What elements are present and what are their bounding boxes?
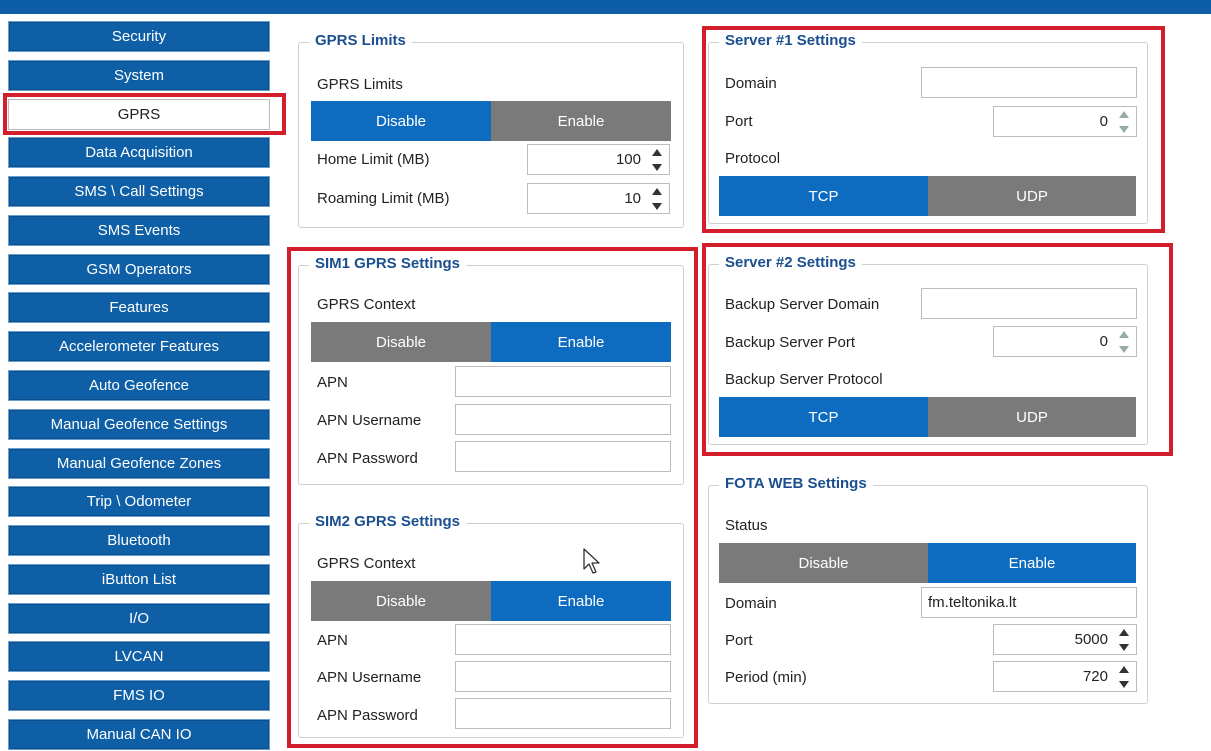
server1-port-value: 0 xyxy=(1099,113,1108,130)
nav-manual-geofence-zones[interactable]: Manual Geofence Zones xyxy=(8,448,270,479)
nav-trip-odometer[interactable]: Trip \ Odometer xyxy=(8,486,270,517)
gprs-limits-title: GPRS Limits xyxy=(309,32,412,49)
sim1-disable-button[interactable]: Disable xyxy=(311,322,491,362)
nav-system[interactable]: System xyxy=(8,60,270,91)
server2-udp-button[interactable]: UDP xyxy=(928,397,1136,437)
nav-sms-call-settings[interactable]: SMS \ Call Settings xyxy=(8,176,270,207)
server2-domain-input[interactable] xyxy=(921,288,1137,319)
spinner-arrows-icon[interactable] xyxy=(1117,331,1131,353)
spinner-arrows-icon[interactable] xyxy=(1117,111,1131,133)
roaming-limit-spinner[interactable]: 10 xyxy=(527,183,670,214)
fota-port-spinner[interactable]: 5000 xyxy=(993,624,1137,655)
server1-title: Server #1 Settings xyxy=(719,32,862,49)
sim2-title: SIM2 GPRS Settings xyxy=(309,513,467,530)
nav-ibutton-list[interactable]: iButton List xyxy=(8,564,270,595)
nav-security[interactable]: Security xyxy=(8,21,270,52)
sim2-disable-button[interactable]: Disable xyxy=(311,581,491,621)
gprs-limits-enable-button[interactable]: Enable xyxy=(491,101,671,141)
server2-port-label: Backup Server Port xyxy=(725,334,856,351)
fota-enable-button[interactable]: Enable xyxy=(928,543,1136,583)
server1-tcp-button[interactable]: TCP xyxy=(719,176,928,216)
fota-status-label: Status xyxy=(725,517,768,534)
server1-protocol-label: Protocol xyxy=(725,150,781,167)
sim2-apn-input[interactable] xyxy=(455,624,671,655)
server1-port-spinner[interactable]: 0 xyxy=(993,106,1137,137)
fota-title: FOTA WEB Settings xyxy=(719,475,873,492)
spinner-arrows-icon[interactable] xyxy=(650,188,664,210)
fota-disable-button[interactable]: Disable xyxy=(719,543,928,583)
fota-port-label: Port xyxy=(725,632,753,649)
server2-title: Server #2 Settings xyxy=(719,254,862,271)
sim2-pass-label: APN Password xyxy=(317,707,418,724)
nav-lvcan[interactable]: LVCAN xyxy=(8,641,270,672)
nav-bluetooth[interactable]: Bluetooth xyxy=(8,525,270,556)
nav-manual-geofence-settings[interactable]: Manual Geofence Settings xyxy=(8,409,270,440)
server1-port-label: Port xyxy=(725,113,753,130)
roaming-limit-label: Roaming Limit (MB) xyxy=(317,190,450,207)
nav-features[interactable]: Features xyxy=(8,292,270,323)
nav-auto-geofence[interactable]: Auto Geofence xyxy=(8,370,270,401)
server1-udp-button[interactable]: UDP xyxy=(928,176,1136,216)
fota-domain-label: Domain xyxy=(725,595,777,612)
server1-domain-label: Domain xyxy=(725,75,777,92)
fota-period-label: Period (min) xyxy=(725,669,807,686)
server1-domain-input[interactable] xyxy=(921,67,1137,98)
server2-protocol-label: Backup Server Protocol xyxy=(725,371,883,388)
fota-domain-input[interactable] xyxy=(921,587,1137,618)
mouse-cursor-icon xyxy=(583,548,600,574)
spinner-arrows-icon[interactable] xyxy=(1117,629,1131,651)
fota-period-value: 720 xyxy=(1082,668,1108,685)
server2-domain-label: Backup Server Domain xyxy=(725,296,880,313)
sim2-password-input[interactable] xyxy=(455,698,671,729)
sim1-user-label: APN Username xyxy=(317,412,422,429)
sim2-enable-button[interactable]: Enable xyxy=(491,581,671,621)
server2-port-spinner[interactable]: 0 xyxy=(993,326,1137,357)
sim1-apn-label: APN xyxy=(317,374,348,391)
sim2-user-label: APN Username xyxy=(317,669,422,686)
nav-data-acquisition[interactable]: Data Acquisition xyxy=(8,137,270,168)
nav-accelerometer-features[interactable]: Accelerometer Features xyxy=(8,331,270,362)
server2-tcp-button[interactable]: TCP xyxy=(719,397,928,437)
nav-gprs[interactable]: GPRS xyxy=(8,99,270,130)
sim2-context-label: GPRS Context xyxy=(317,555,416,572)
sim1-title: SIM1 GPRS Settings xyxy=(309,255,467,272)
nav-sms-events[interactable]: SMS Events xyxy=(8,215,270,246)
nav-manual-can-io[interactable]: Manual CAN IO xyxy=(8,719,270,750)
spinner-arrows-icon[interactable] xyxy=(650,149,664,171)
sim2-username-input[interactable] xyxy=(455,661,671,692)
home-limit-spinner[interactable]: 100 xyxy=(527,144,670,175)
sim1-enable-button[interactable]: Enable xyxy=(491,322,671,362)
sim1-username-input[interactable] xyxy=(455,404,671,435)
fota-period-spinner[interactable]: 720 xyxy=(993,661,1137,692)
nav-gsm-operators[interactable]: GSM Operators xyxy=(8,254,270,285)
server2-port-value: 0 xyxy=(1099,333,1108,350)
gprs-limits-label: GPRS Limits xyxy=(317,76,403,93)
fota-port-value: 5000 xyxy=(1074,631,1108,648)
home-limit-value: 100 xyxy=(615,151,641,168)
home-limit-label: Home Limit (MB) xyxy=(317,151,430,168)
gprs-limits-disable-button[interactable]: Disable xyxy=(311,101,491,141)
sim1-password-input[interactable] xyxy=(455,441,671,472)
nav-fms-io[interactable]: FMS IO xyxy=(8,680,270,711)
sim2-apn-label: APN xyxy=(317,632,348,649)
sim1-pass-label: APN Password xyxy=(317,450,418,467)
spinner-arrows-icon[interactable] xyxy=(1117,666,1131,688)
sim1-apn-input[interactable] xyxy=(455,366,671,397)
roaming-limit-value: 10 xyxy=(624,190,641,207)
sim1-context-label: GPRS Context xyxy=(317,296,416,313)
top-accent-bar xyxy=(0,0,1211,14)
nav-io[interactable]: I/O xyxy=(8,603,270,634)
